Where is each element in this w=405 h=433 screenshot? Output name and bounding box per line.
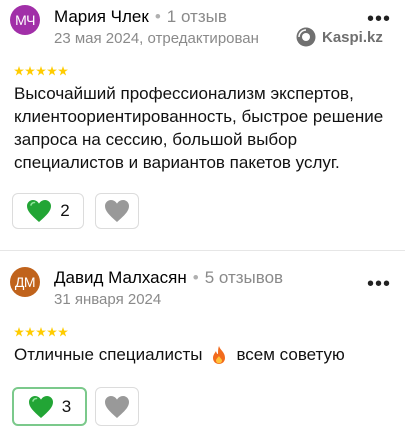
gray-heart-icon	[105, 395, 129, 418]
star-icon	[47, 66, 57, 76]
like-count: 2	[60, 201, 70, 220]
star-icon	[58, 66, 68, 76]
green-heart-icon	[27, 200, 52, 222]
more-options-button[interactable]: •••	[367, 9, 391, 29]
source-name: Kaspi.kz	[322, 28, 383, 46]
rating-stars	[14, 66, 68, 76]
star-icon	[25, 66, 35, 76]
like-count: 3	[61, 396, 72, 416]
review-card: МЧ Мария Члек • 1 отзыв 23 мая 2024, отред…	[0, 0, 405, 250]
reviewer-name-line: Давид Малхасян • 5 отзывов	[54, 268, 283, 288]
review-card: ДМ Давид Малхасян • 5 отзывов 31 января 20…	[0, 251, 405, 433]
fire-icon	[213, 345, 226, 364]
star-icon	[25, 327, 35, 337]
avatar[interactable]: ДМ	[10, 267, 40, 297]
star-icon	[14, 66, 24, 76]
review-text-part: всем советую	[236, 345, 345, 364]
green-heart-icon	[28, 395, 53, 418]
reviews-count: 1 отзыв	[166, 7, 227, 26]
gray-heart-icon	[105, 200, 129, 222]
review-text: Высочайший профессионализм экспертов, кл…	[14, 84, 384, 172]
reviewer-name[interactable]: Мария Члек	[54, 7, 149, 26]
star-icon	[58, 327, 68, 337]
heart-button[interactable]	[95, 387, 139, 426]
heart-button[interactable]	[95, 193, 139, 229]
review-text-part: Отличные специалисты	[14, 345, 203, 364]
review-text: Отличные специалисты всем советую	[14, 343, 394, 366]
rating-stars	[14, 327, 68, 337]
separator-dot: •	[192, 268, 199, 287]
star-icon	[36, 327, 46, 337]
reviews-count: 5 отзывов	[204, 268, 284, 287]
more-options-button[interactable]: •••	[367, 274, 391, 294]
source-badge: Kaspi.kz	[296, 27, 383, 47]
star-icon	[36, 66, 46, 76]
star-icon	[14, 327, 24, 337]
avatar[interactable]: МЧ	[10, 5, 40, 35]
separator-dot: •	[154, 7, 161, 26]
kaspi-logo-icon	[296, 27, 316, 47]
star-icon	[47, 327, 57, 337]
like-button[interactable]: 3	[12, 387, 87, 426]
review-date: 31 января 2024	[54, 291, 162, 308]
reviewer-name-line: Мария Члек • 1 отзыв	[54, 7, 227, 27]
reviewer-name[interactable]: Давид Малхасян	[54, 268, 187, 287]
review-date: 23 мая 2024, отредактирован	[54, 30, 259, 47]
like-button[interactable]: 2	[12, 193, 84, 229]
